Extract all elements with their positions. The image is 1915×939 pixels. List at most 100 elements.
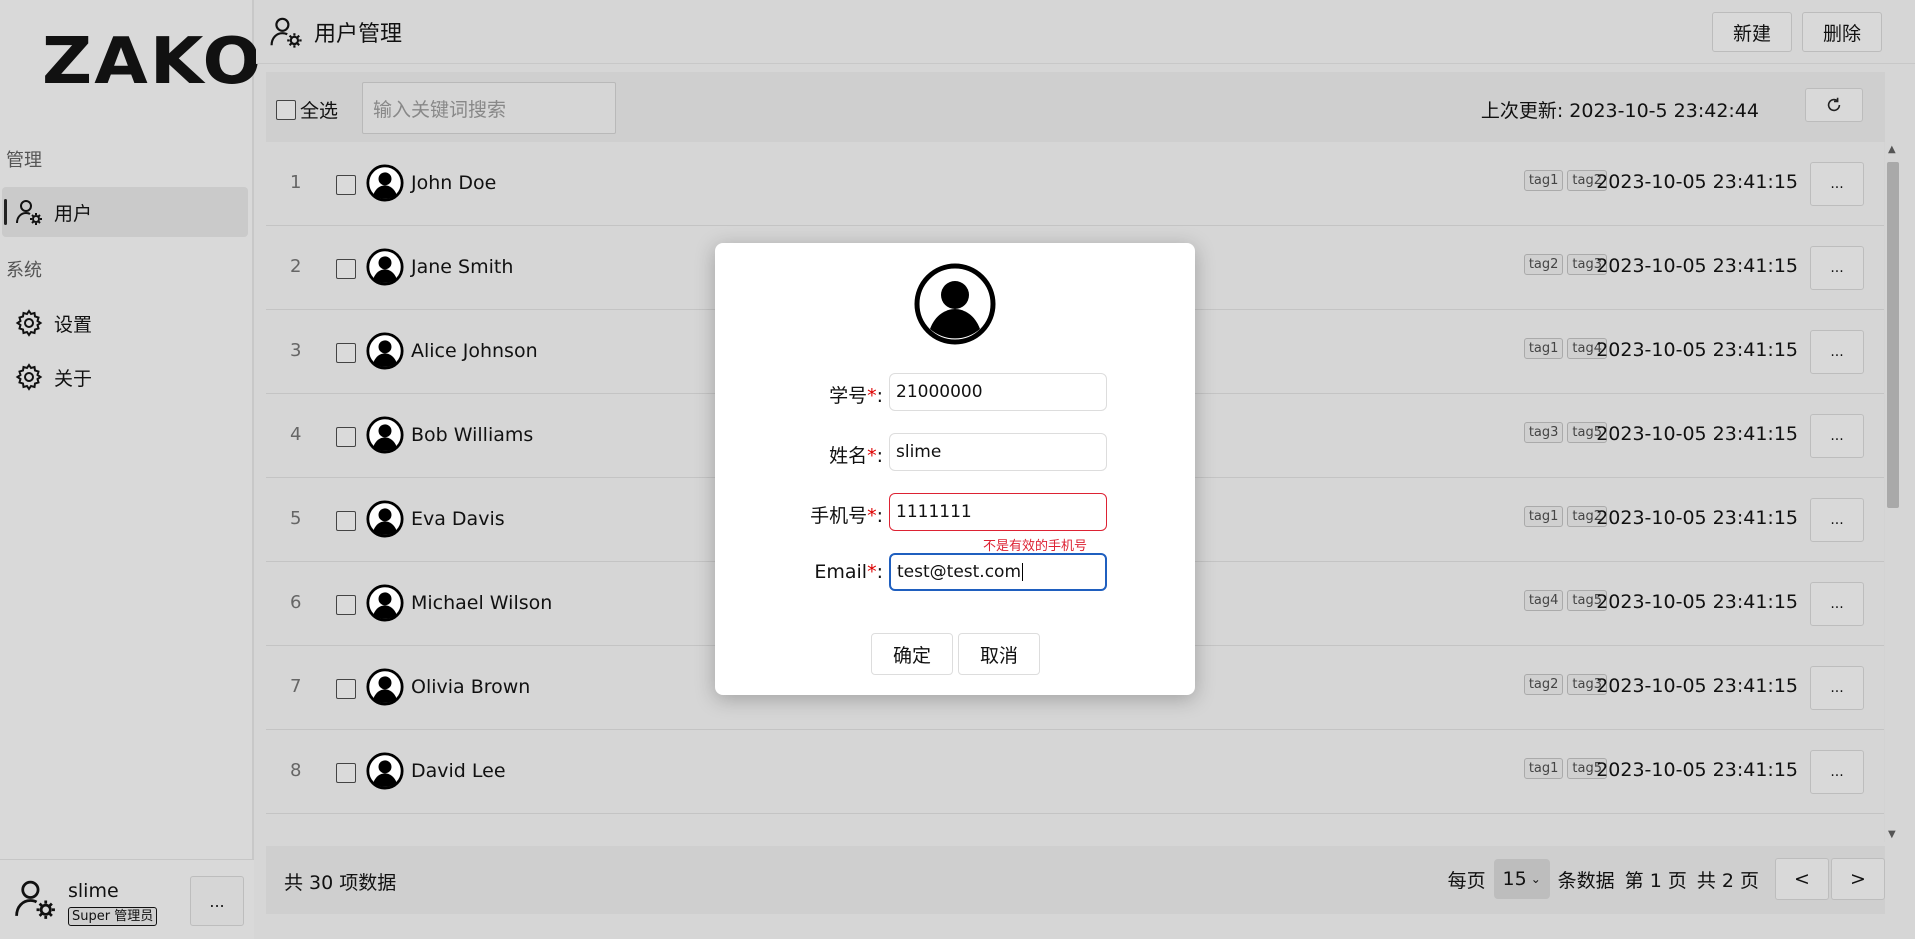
avatar-icon <box>366 416 404 454</box>
row-more-button[interactable]: ... <box>1810 582 1864 626</box>
avatar-icon <box>366 584 404 622</box>
edit-user-dialog: 学号*: 21000000 姓名*: slime 手机号*: 1111111 不… <box>715 243 1195 695</box>
sidebar-item-users[interactable]: 用户 <box>2 187 248 237</box>
pagination-bar: 共 30 项数据 每页 15 ⌄ 条数据 第 1 页 共 2 页 < > <box>266 846 1885 914</box>
row-more-button[interactable]: ... <box>1810 750 1864 794</box>
row-checkbox[interactable] <box>336 427 356 447</box>
cancel-button[interactable]: 取消 <box>958 633 1040 675</box>
row-name: Bob Williams <box>411 424 534 446</box>
app-root: ZAKO 管理 用户 系统 设置 关于 slime Super 管理员 ... … <box>0 0 1915 939</box>
avatar-icon <box>366 668 404 706</box>
row-more-button[interactable]: ... <box>1810 414 1864 458</box>
tag-badge: tag1 <box>1523 338 1564 359</box>
row-more-button[interactable]: ... <box>1810 246 1864 290</box>
sidebar-item-about[interactable]: 关于 <box>2 352 248 402</box>
row-date: 2023-10-05 23:41:15 <box>1596 507 1798 529</box>
tag-badge: tag2 <box>1523 254 1564 275</box>
phone-error-message: 不是有效的手机号 <box>983 539 1088 554</box>
row-more-button[interactable]: ... <box>1810 162 1864 206</box>
per-page-suffix: 条数据 <box>1557 869 1615 892</box>
select-all[interactable]: 全选 <box>276 96 338 123</box>
delete-button[interactable]: 删除 <box>1802 12 1882 52</box>
row-checkbox[interactable] <box>336 679 356 699</box>
student-id-input[interactable]: 21000000 <box>889 373 1107 411</box>
sidebar-item-settings[interactable]: 设置 <box>2 298 248 348</box>
tag-badge: tag3 <box>1523 422 1564 443</box>
list-scrollbar[interactable]: ▲ ▼ <box>1885 142 1901 842</box>
row-date: 2023-10-05 23:41:15 <box>1596 759 1798 781</box>
field-label: Email*: <box>814 561 883 583</box>
prev-page-button[interactable]: < <box>1775 858 1829 900</box>
search-input[interactable]: 输入关键词搜索 <box>362 82 616 134</box>
per-page-select[interactable]: 15 ⌄ <box>1493 859 1550 899</box>
page-header: 用户管理 新建 删除 <box>256 0 1915 64</box>
row-index: 7 <box>290 676 302 697</box>
row-checkbox[interactable] <box>336 763 356 783</box>
row-name: Alice Johnson <box>411 340 538 362</box>
refresh-icon <box>1827 97 1841 112</box>
total-pages: 共 2 页 <box>1696 869 1759 892</box>
row-date: 2023-10-05 23:41:15 <box>1596 171 1798 193</box>
row-index: 4 <box>290 424 302 445</box>
logo: ZAKO <box>42 25 264 99</box>
tag-badge: tag1 <box>1523 758 1564 779</box>
row-checkbox[interactable] <box>336 511 356 531</box>
tag-badge: tag4 <box>1523 590 1564 611</box>
gear-icon <box>14 308 44 338</box>
sidebar-section-title: 管理 <box>6 150 42 171</box>
row-checkbox[interactable] <box>336 259 356 279</box>
scroll-down-icon[interactable]: ▼ <box>1888 829 1896 840</box>
email-field: Email*: test@test.com <box>715 553 1195 593</box>
tag-badge: tag2 <box>1523 674 1564 695</box>
scroll-up-icon[interactable]: ▲ <box>1888 144 1896 155</box>
row-more-button[interactable]: ... <box>1810 666 1864 710</box>
table-row[interactable]: 8 David Lee tag1 tag5 2023-10-05 23:41:15… <box>266 730 1884 814</box>
row-date: 2023-10-05 23:41:15 <box>1596 675 1798 697</box>
sidebar-item-label: 用户 <box>54 202 93 225</box>
student-id-field: 学号*: 21000000 <box>715 373 1195 413</box>
role-badge: Super 管理员 <box>68 907 158 926</box>
next-page-button[interactable]: > <box>1831 858 1885 900</box>
gear-icon <box>14 362 44 392</box>
table-row[interactable] <box>266 814 1884 842</box>
row-date: 2023-10-05 23:41:15 <box>1596 423 1798 445</box>
row-name: Michael Wilson <box>411 592 553 614</box>
current-user-name: slime <box>68 880 119 902</box>
sidebar: ZAKO 管理 用户 系统 设置 关于 slime Super 管理员 ... <box>0 0 264 939</box>
user-more-button[interactable]: ... <box>190 876 244 926</box>
phone-input[interactable]: 1111111 <box>889 493 1107 531</box>
user-gear-icon <box>14 197 44 227</box>
total-count: 共 30 项数据 <box>284 872 397 894</box>
refresh-button[interactable] <box>1805 88 1863 122</box>
row-more-button[interactable]: ... <box>1810 330 1864 374</box>
row-index: 8 <box>290 760 302 781</box>
table-row[interactable]: 1 John Doe tag1 tag2 2023-10-05 23:41:15 … <box>266 142 1884 226</box>
avatar-icon <box>914 263 996 345</box>
avatar-icon <box>366 248 404 286</box>
row-checkbox[interactable] <box>336 175 356 195</box>
email-input[interactable]: test@test.com <box>889 553 1107 591</box>
user-gear-icon <box>268 14 304 50</box>
row-tags: tag2 tag3 <box>1523 254 1607 275</box>
tag-badge: tag1 <box>1523 506 1564 527</box>
scrollbar-thumb[interactable] <box>1887 162 1899 508</box>
new-button[interactable]: 新建 <box>1712 12 1792 52</box>
row-name: Jane Smith <box>411 256 514 278</box>
avatar-icon <box>366 332 404 370</box>
row-more-button[interactable]: ... <box>1810 498 1864 542</box>
row-tags: tag3 tag5 <box>1523 422 1607 443</box>
row-index: 3 <box>290 340 302 361</box>
user-gear-icon <box>12 876 58 922</box>
row-date: 2023-10-05 23:41:15 <box>1596 255 1798 277</box>
page-title: 用户管理 <box>314 22 403 47</box>
select-all-checkbox[interactable] <box>276 99 296 120</box>
row-checkbox[interactable] <box>336 343 356 363</box>
avatar-icon <box>366 752 404 790</box>
row-checkbox[interactable] <box>336 595 356 615</box>
field-label: 手机号*: <box>810 505 883 527</box>
field-label: 姓名*: <box>829 445 883 467</box>
row-tags: tag1 tag4 <box>1523 338 1607 359</box>
name-input[interactable]: slime <box>889 433 1107 471</box>
sidebar-section-title: 系统 <box>6 260 42 281</box>
confirm-button[interactable]: 确定 <box>871 633 953 675</box>
